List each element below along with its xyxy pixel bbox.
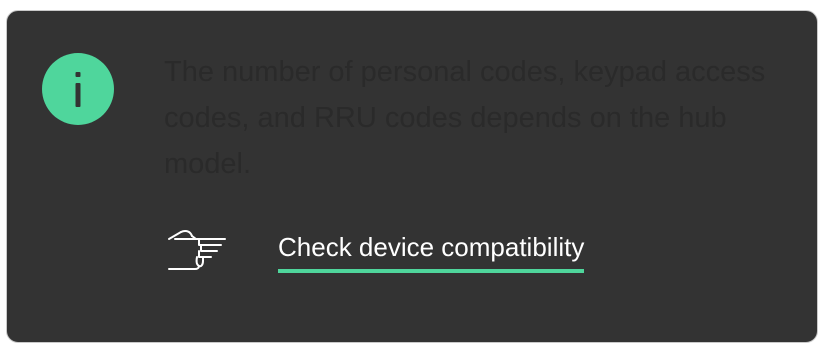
info-notice-card: The number of personal codes, keypad acc…: [6, 10, 818, 343]
notice-message: The number of personal codes, keypad acc…: [164, 56, 766, 180]
check-device-compatibility-link[interactable]: Check device compatibility: [278, 230, 585, 273]
info-icon: [42, 53, 114, 125]
pointing-hand-icon: [159, 227, 231, 277]
